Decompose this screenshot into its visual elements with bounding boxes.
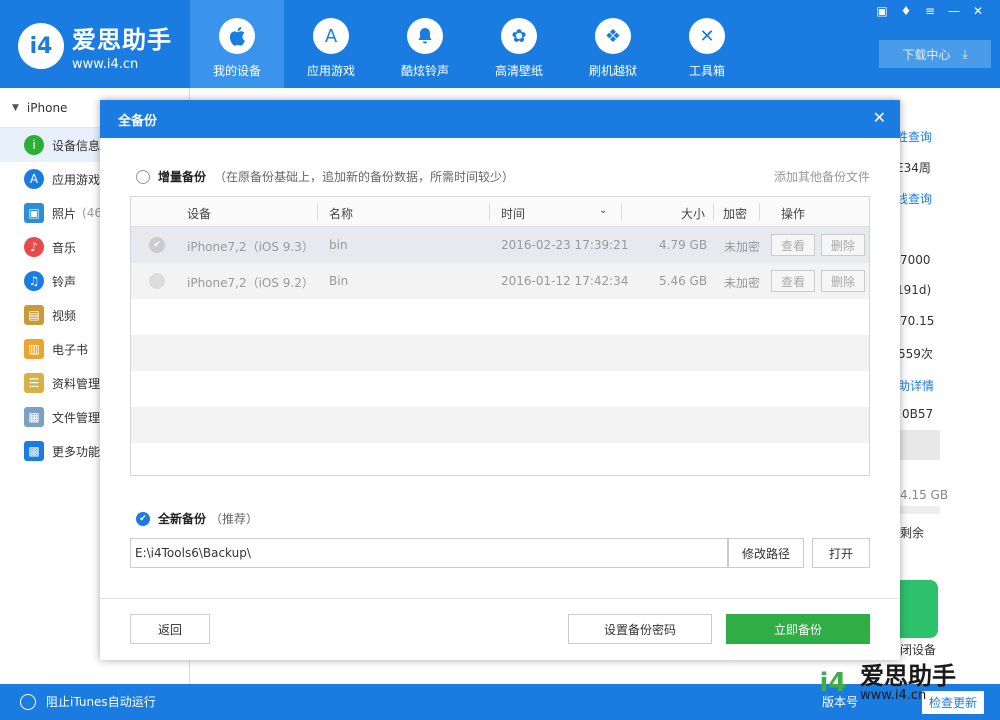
col-device[interactable]: 设备 <box>187 205 211 222</box>
table-header: 设备 名称 时间 ⌄ 大小 加密 操作 <box>131 197 869 227</box>
add-other-backup-link[interactable]: 添加其他备份文件 <box>774 168 870 185</box>
block-itunes-toggle[interactable]: 阻止iTunes自动运行 <box>20 693 156 710</box>
more-icon: ▩ <box>24 441 44 461</box>
app-logo: i4 爱思助手 www.i4.cn <box>18 20 172 72</box>
change-path-button[interactable]: 修改路径 <box>728 538 804 568</box>
nav-apps[interactable]: A 应用游戏 <box>284 0 378 88</box>
view-button[interactable]: 查看 <box>771 270 815 292</box>
back-button[interactable]: 返回 <box>130 614 210 644</box>
flower-icon: ✿ <box>501 18 537 54</box>
window-controls: ▣ ♦ ≡ — ✕ <box>874 4 986 18</box>
book-icon: ▥ <box>24 339 44 359</box>
message-icon[interactable]: ▣ <box>874 4 890 18</box>
col-name[interactable]: 名称 <box>329 205 353 222</box>
full-backup-dialog: 全备份 ✕ 增量备份 （在原备份基础上，追加新的备份数据，所需时间较少） 添加其… <box>100 100 900 660</box>
nav-ringtones[interactable]: 酷炫铃声 <box>378 0 472 88</box>
power-off-label: 闭设备 <box>900 643 937 657</box>
info-value: 191d) <box>896 283 932 297</box>
nav-wallpapers[interactable]: ✿ 高清壁纸 <box>472 0 566 88</box>
battery-detail-link[interactable]: 助详情 <box>898 377 934 394</box>
warranty-query-link[interactable]: 胜查询 <box>896 128 932 145</box>
charge-count: 559次 <box>898 347 933 361</box>
col-size[interactable]: 大小 <box>681 205 705 222</box>
check-icon[interactable]: ✔ <box>149 237 165 253</box>
dialog-header: 全备份 ✕ <box>100 100 900 138</box>
watermark-title: 爱思助手 <box>860 661 956 690</box>
info-value: 7000 <box>900 253 931 267</box>
open-button[interactable]: 打开 <box>812 538 870 568</box>
col-time[interactable]: 时间 <box>501 205 525 222</box>
online-query-link[interactable]: 线查询 <box>896 190 932 207</box>
nav-my-device[interactable]: 我的设备 <box>190 0 284 88</box>
download-icon: ⤓ <box>962 46 968 61</box>
delete-button[interactable]: 删除 <box>821 234 865 256</box>
close-icon[interactable]: ✕ <box>970 4 986 18</box>
main-nav: 我的设备 A 应用游戏 酷炫铃声 ✿ 高清壁纸 ❖ 刷机越狱 ✕ 工具箱 <box>190 0 754 88</box>
empty-row <box>131 335 869 371</box>
check-icon[interactable]: ✔ <box>136 511 150 526</box>
video-icon: ▤ <box>24 305 44 325</box>
col-action: 操作 <box>781 207 806 221</box>
music-icon: ♪ <box>24 237 44 257</box>
full-backup-option[interactable]: ✔ 全新备份 （推荐） <box>136 510 258 527</box>
minimize-icon[interactable]: — <box>946 4 962 18</box>
triangle-down-icon: ▼ <box>12 102 19 113</box>
watermark-url: www.i4.cn <box>860 687 927 703</box>
empty-row <box>131 371 869 407</box>
incremental-backup-option[interactable]: 增量备份 （在原备份基础上，追加新的备份数据，所需时间较少） <box>136 168 514 185</box>
backup-table: 设备 名称 时间 ⌄ 大小 加密 操作 ✔ iPhone7,2（iOS 9.3）… <box>130 196 870 476</box>
apple-icon <box>219 18 255 54</box>
delete-button[interactable]: 删除 <box>821 270 865 292</box>
logo-mark: i4 <box>18 23 64 69</box>
info-value: 0B57 <box>902 407 934 421</box>
shirt-icon[interactable]: ♦ <box>898 4 914 18</box>
table-row[interactable]: ✔ iPhone7,2（iOS 9.3） bin 2016-02-23 17:3… <box>131 227 869 263</box>
circle-icon <box>20 693 36 710</box>
production-week: E34周 <box>896 161 931 175</box>
photo-icon: ▣ <box>24 203 44 223</box>
chevron-down-icon[interactable]: ⌄ <box>599 205 607 216</box>
dialog-title: 全备份 <box>118 113 158 129</box>
empty-row <box>131 407 869 443</box>
empty-row <box>131 443 869 475</box>
backup-path-field[interactable]: E:\i4Tools6\Backup\ <box>130 538 728 568</box>
appstore-icon: A <box>313 18 349 54</box>
logo-title: 爱思助手 <box>72 26 172 54</box>
info-icon: i <box>24 135 44 155</box>
close-icon[interactable]: ✕ <box>873 108 886 127</box>
storage-remain: 剩余 <box>900 526 925 540</box>
radio-unchecked-icon[interactable] <box>136 169 150 184</box>
appstore-icon: A <box>24 169 44 189</box>
storage-size: 4.15 GB <box>900 488 949 502</box>
bell-icon: ♫ <box>24 271 44 291</box>
col-encrypt[interactable]: 加密 <box>723 205 747 222</box>
logo-url: www.i4.cn <box>72 57 139 72</box>
contacts-icon: ☰ <box>24 373 44 393</box>
tools-icon: ✕ <box>689 18 725 54</box>
storage-bar <box>900 506 940 514</box>
menu-icon[interactable]: ≡ <box>922 4 938 18</box>
watermark-logo: i4 爱思助手 www.i4.cn <box>812 662 956 704</box>
set-backup-password-button[interactable]: 设置备份密码 <box>568 614 712 644</box>
dropbox-icon: ❖ <box>595 18 631 54</box>
info-value: 70.15 <box>900 314 935 328</box>
folder-icon: ▦ <box>24 407 44 427</box>
backup-now-button[interactable]: 立即备份 <box>726 614 870 644</box>
top-bar: i4 爱思助手 www.i4.cn 我的设备 A 应用游戏 酷炫铃声 ✿ 高清壁… <box>0 0 1000 88</box>
nav-flash-jailbreak[interactable]: ❖ 刷机越狱 <box>566 0 660 88</box>
table-row[interactable]: iPhone7,2（iOS 9.2） Bin 2016-01-12 17:42:… <box>131 263 869 299</box>
nav-toolbox[interactable]: ✕ 工具箱 <box>660 0 754 88</box>
watermark-mark: i4 <box>819 668 847 698</box>
radio-icon[interactable] <box>149 273 165 289</box>
download-center-button[interactable]: 下载中心 ⤓ <box>879 40 991 68</box>
storage-bar <box>900 430 940 460</box>
bell-icon <box>407 18 443 54</box>
view-button[interactable]: 查看 <box>771 234 815 256</box>
empty-row <box>131 299 869 335</box>
